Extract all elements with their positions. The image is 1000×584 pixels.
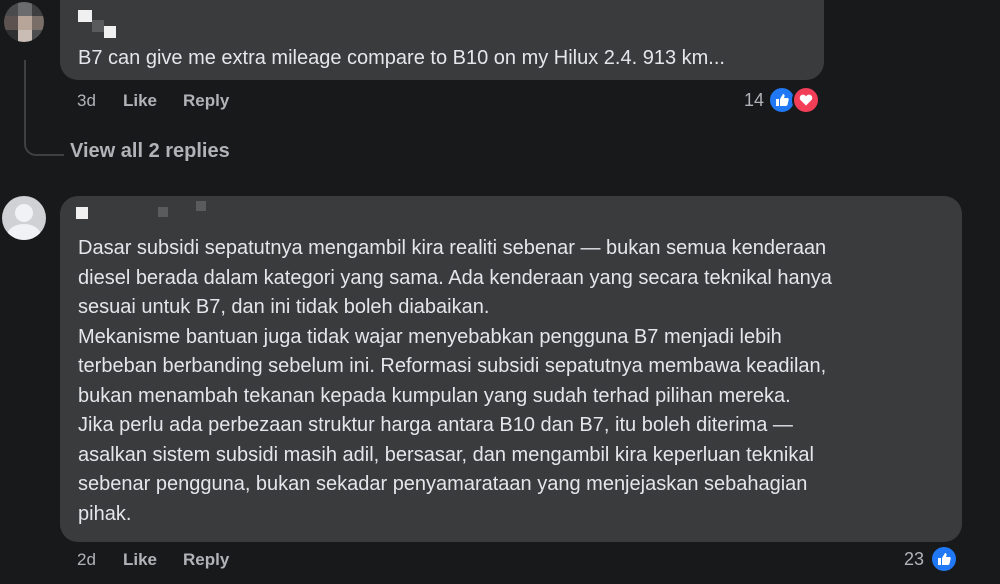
reply-button[interactable]: Reply [183, 91, 229, 111]
comment-text: B7 can give me extra mileage compare to … [78, 47, 725, 69]
commenter-avatar-pixelated[interactable] [4, 2, 44, 42]
like-button[interactable]: Like [123, 550, 157, 570]
comment-text-line: Mekanisme bantuan juga tidak wajar menye… [78, 326, 782, 348]
comment-text-line: Dasar subsidi sepatutnya mengambil kira … [78, 237, 827, 259]
reply-button[interactable]: Reply [183, 550, 229, 570]
comments-section: B7 can give me extra mileage compare to … [0, 0, 1000, 584]
comment-text-line: terbeban berbanding sebelum ini. Reforma… [78, 355, 827, 377]
comment-text-line: diesel berada dalam kategori yang sama. … [78, 267, 832, 289]
comment-timestamp[interactable]: 3d [77, 91, 96, 111]
comment-text-line: Jika perlu ada perbezaan struktur harga … [78, 414, 793, 436]
reaction-count[interactable]: 23 [904, 549, 924, 570]
comment-text-line: asalkan sistem subsidi masih adil, bersa… [78, 444, 814, 466]
author-name-redacted[interactable] [76, 207, 88, 219]
reply-thread-connector [24, 60, 64, 156]
like-icon [930, 545, 958, 573]
author-name-redacted [104, 26, 116, 38]
comment-timestamp[interactable]: 2d [77, 550, 96, 570]
author-name-redacted [158, 207, 168, 217]
reaction-count[interactable]: 14 [744, 90, 764, 111]
comment-text-line: sesuai untuk B7, dan ini tidak boleh dia… [78, 296, 490, 318]
comment-text-line: sebenar pengguna, bukan sekadar penyamar… [78, 473, 808, 495]
default-avatar-icon[interactable] [2, 196, 46, 240]
comment-text-line: pihak. [78, 503, 132, 525]
view-all-replies-link[interactable]: View all 2 replies [70, 140, 230, 163]
love-icon [792, 86, 820, 114]
comment-text-line: bukan menambah tekanan kepada kumpulan y… [78, 385, 791, 407]
author-name-redacted[interactable] [78, 10, 92, 22]
author-name-redacted [92, 20, 104, 32]
like-button[interactable]: Like [123, 91, 157, 111]
author-name-redacted [196, 201, 206, 211]
